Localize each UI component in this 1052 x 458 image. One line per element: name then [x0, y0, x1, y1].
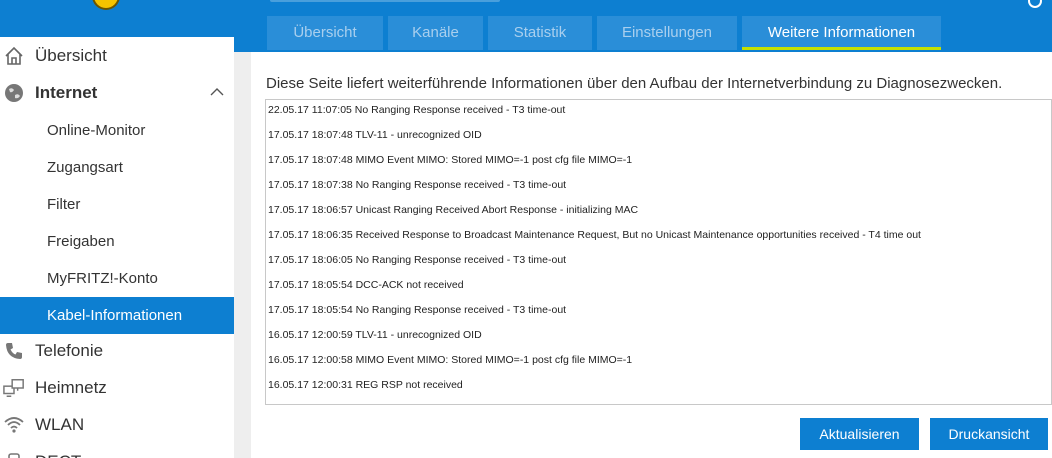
sidebar-item-wlan[interactable]: WLAN [0, 406, 234, 443]
log-entry: 16.05.17 12:00:31 REG RSP not received [268, 379, 463, 391]
sidebar-nav: Übersicht Internet Online-Monitor Zugang… [0, 37, 234, 458]
sidebar-item-filter[interactable]: Filter [0, 186, 234, 223]
log-entry: 16.05.17 12:00:59 TLV-11 - unrecognized … [268, 329, 482, 341]
sidebar-item-label: MyFRITZ!-Konto [47, 270, 158, 287]
sidebar-item-label: DECT [35, 443, 81, 458]
sidebar-item-label: Online-Monitor [47, 122, 146, 139]
log-entry: 17.05.17 18:06:35 Received Response to B… [268, 229, 921, 241]
refresh-button[interactable]: Aktualisieren [800, 418, 919, 450]
fritz-logo[interactable] [92, 0, 120, 10]
tab-weitere-informationen[interactable]: Weitere Informationen [742, 16, 941, 50]
sidebar-item-myfritz-konto[interactable]: MyFRITZ!-Konto [0, 260, 234, 297]
sidebar-item-label: Filter [47, 196, 81, 213]
tab-bar: Übersicht Kanäle Statistik Einstellungen… [267, 16, 946, 50]
sidebar-item-label: WLAN [35, 415, 85, 434]
event-log[interactable]: 22.05.17 11:07:05 No Ranging Response re… [265, 99, 1052, 405]
content-panel: Diese Seite liefert weiterführende Infor… [251, 52, 1052, 458]
chevron-up-icon[interactable] [210, 74, 224, 111]
sidebar-item-dect[interactable]: DECT [0, 443, 234, 458]
print-view-button[interactable]: Druckansicht [930, 418, 1048, 450]
sidebar-item-label: Telefonie [35, 341, 104, 360]
sidebar-item-telefonie[interactable]: Telefonie [0, 332, 234, 369]
sidebar-item-label: Internet [35, 83, 98, 102]
tab-uebersicht[interactable]: Übersicht [267, 16, 383, 50]
log-entry: 17.05.17 18:06:05 No Ranging Response re… [268, 254, 567, 266]
page-description: Diese Seite liefert weiterführende Infor… [266, 75, 1003, 92]
sidebar-item-zugangsart[interactable]: Zugangsart [0, 149, 234, 186]
tab-kanaele[interactable]: Kanäle [388, 16, 483, 50]
log-entry: 17.05.17 18:06:57 Unicast Ranging Receiv… [268, 204, 639, 216]
log-entry: 17.05.17 18:07:48 TLV-11 - unrecognized … [268, 129, 482, 141]
sidebar-item-kabel-informationen[interactable]: Kabel-Informationen [0, 297, 234, 334]
log-entry: 17.05.17 18:07:38 No Ranging Response re… [268, 179, 567, 191]
wifi-icon [4, 417, 24, 433]
sidebar-item-label: Kabel-Informationen [47, 307, 183, 324]
sidebar-item-label: Zugangsart [47, 159, 123, 176]
page-heading-cropped [270, 0, 500, 2]
dect-icon [8, 453, 20, 458]
globe-icon [5, 84, 23, 102]
phone-icon [6, 343, 22, 359]
sidebar-item-internet[interactable]: Internet [0, 74, 234, 111]
log-entry: 16.05.17 12:00:58 MIMO Event MIMO: Store… [268, 354, 633, 366]
sidebar-item-uebersicht[interactable]: Übersicht [0, 37, 234, 74]
sidebar-item-online-monitor[interactable]: Online-Monitor [0, 112, 234, 149]
log-entry: 17.05.17 18:05:54 DCC-ACK not received [268, 279, 464, 291]
log-entry: 17.05.17 18:05:54 No Ranging Response re… [268, 304, 567, 316]
network-icon [3, 379, 24, 397]
sidebar-item-heimnetz[interactable]: Heimnetz [0, 369, 234, 406]
home-icon [5, 46, 23, 65]
sidebar-item-label: Freigaben [47, 233, 115, 250]
tab-einstellungen[interactable]: Einstellungen [597, 16, 737, 50]
log-entry: 17.05.17 18:07:48 MIMO Event MIMO: Store… [268, 154, 633, 166]
sidebar-item-freigaben[interactable]: Freigaben [0, 223, 234, 260]
help-icon[interactable] [1028, 0, 1042, 8]
sidebar-item-label: Übersicht [35, 46, 107, 65]
log-entry: 22.05.17 11:07:05 No Ranging Response re… [268, 104, 566, 116]
tab-statistik[interactable]: Statistik [488, 16, 592, 50]
sidebar-item-label: Heimnetz [35, 378, 107, 397]
